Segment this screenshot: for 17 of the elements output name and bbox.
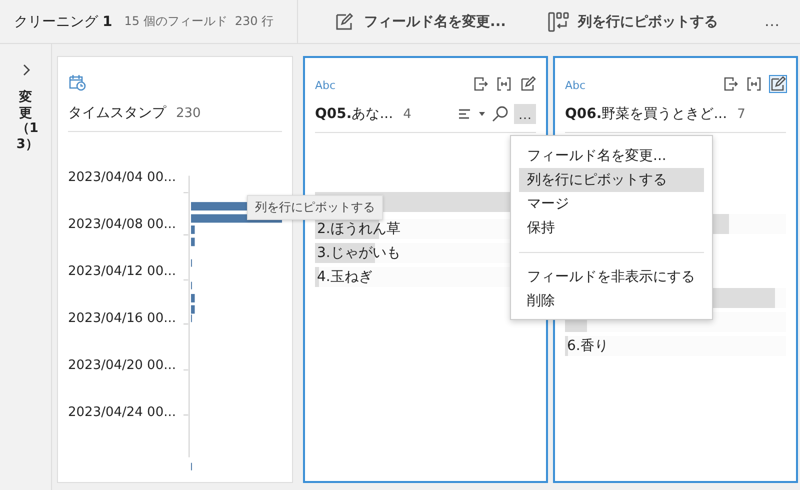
value-count: 4: [403, 106, 412, 122]
field-name: タイムスタンプ: [68, 104, 166, 122]
field-name: Q06.野菜を買うときど...: [565, 105, 728, 123]
axis-label: 2023/04/04 00...: [68, 169, 176, 187]
type-label: Abc: [565, 79, 586, 92]
tooltip: 列を行にピボットする: [247, 195, 383, 220]
page-title: クリーニング 1: [14, 12, 112, 30]
value-count: 7: [737, 106, 746, 122]
type-label: Abc: [315, 79, 336, 92]
field-name: Q05.あな...: [315, 105, 394, 123]
axis-label: 2023/04/16 00...: [68, 310, 176, 328]
field-summary: 15 個のフィールド 230 行: [124, 13, 274, 30]
axis-label: 2023/04/20 00...: [68, 357, 176, 375]
axis-label: 2023/04/08 00...: [68, 216, 176, 234]
axis-label: 2023/04/24 00...: [68, 404, 176, 422]
axis-label: 2023/04/12 00...: [68, 263, 176, 281]
value-count: 230: [176, 106, 201, 120]
